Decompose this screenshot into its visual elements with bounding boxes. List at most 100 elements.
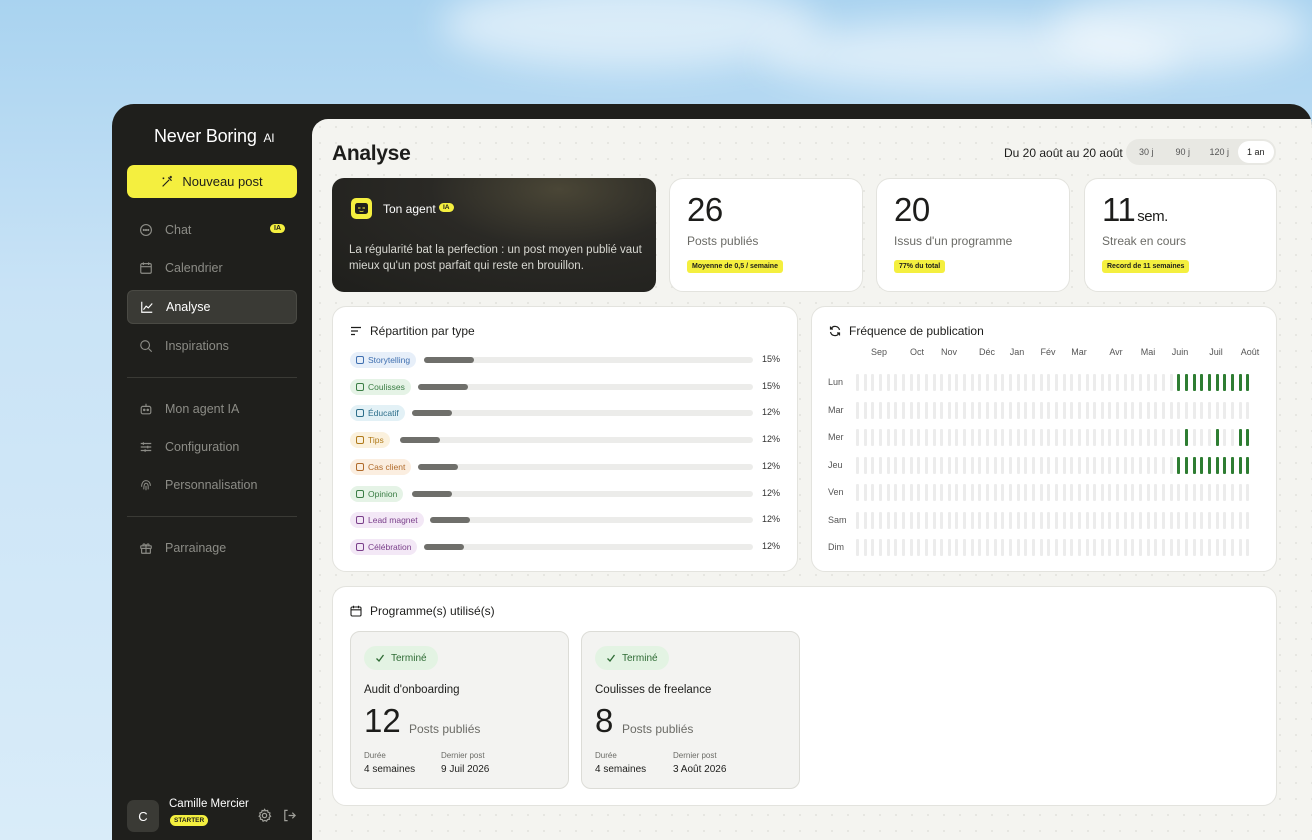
heatmap-cell	[1200, 484, 1204, 501]
heatmap-cell	[1230, 374, 1234, 391]
heatmap-cell	[1001, 511, 1005, 529]
type-tag[interactable]: Storytelling	[350, 352, 417, 368]
range-1-year-button[interactable]: 1 an	[1237, 141, 1274, 163]
heatmap-cell	[932, 429, 936, 446]
type-breakdown-title: Répartition par type	[350, 324, 475, 338]
type-tag[interactable]: Cas client	[350, 458, 412, 475]
heatmap-cell	[1054, 511, 1058, 529]
sidebar-item-chat[interactable]: Chat IA	[127, 213, 297, 247]
heatmap-cell	[924, 429, 928, 446]
heatmap-cell	[970, 539, 974, 556]
heatmap-cell	[1085, 484, 1089, 501]
heatmap-cell	[1238, 511, 1242, 529]
range-90-days-button[interactable]: 90 j	[1165, 141, 1202, 163]
program-card[interactable]: Terminé Audit d'onboarding 12 Posts publ…	[350, 631, 569, 789]
heatmap-cell	[1162, 456, 1165, 474]
heatmap-cell	[909, 511, 913, 529]
heatmap-cell	[871, 429, 875, 446]
section-title-text: Fréquence de publication	[849, 324, 984, 338]
heatmap-cell	[1215, 401, 1219, 419]
sidebar-item-parrainage[interactable]: Parrainage	[127, 531, 297, 565]
section-title-text: Programme(s) utilisé(s)	[370, 604, 495, 618]
heatmap-cell	[947, 429, 951, 446]
heatmap-cell	[1093, 374, 1097, 391]
line-chart-icon	[141, 301, 153, 313]
heatmap-cell	[1200, 539, 1204, 556]
sidebar-item-label: Configuration	[165, 440, 240, 454]
agent-tip-text: La régularité bat la perfection : un pos…	[349, 244, 642, 272]
heatmap-cell	[856, 456, 859, 474]
range-120-days-button[interactable]: 120 j	[1201, 141, 1238, 163]
sidebar-item-mon-agent-ia[interactable]: Mon agent IA	[127, 392, 297, 426]
heatmap-cell	[1093, 511, 1097, 529]
type-tag[interactable]: Coulisses	[350, 378, 411, 395]
duration-value: 4 semaines	[364, 764, 416, 775]
heatmap-cell	[1238, 456, 1242, 474]
brand-logo[interactable]: Never Boring AI	[154, 126, 275, 147]
heatmap-cell	[1200, 456, 1204, 474]
sidebar-item-inspirations[interactable]: Inspirations	[127, 329, 297, 363]
program-card[interactable]: Terminé Coulisses de freelance 8 Posts p…	[581, 631, 800, 789]
heatmap-cell	[871, 401, 875, 419]
type-percent: 12%	[761, 460, 780, 471]
status-badge: Terminé	[595, 646, 669, 670]
heatmap-cell	[1200, 511, 1204, 529]
heatmap-cell	[1177, 511, 1181, 529]
heatmap-cell	[963, 484, 967, 501]
heatmap-cell	[986, 429, 990, 446]
heatmap-cell	[986, 401, 990, 419]
type-tag[interactable]: Éducatif	[350, 405, 405, 422]
last-post-label: Dernier post	[441, 751, 485, 760]
type-tag[interactable]: Tips	[350, 432, 390, 449]
heatmap-cell	[1009, 511, 1012, 529]
heatmap-cell	[940, 374, 944, 391]
sidebar-item-label: Calendrier	[165, 261, 223, 275]
heatmap-cell	[970, 429, 974, 446]
heatmap-cell	[901, 539, 905, 556]
heatmap-cell	[1146, 456, 1150, 474]
new-post-button[interactable]: Nouveau post	[127, 165, 297, 198]
heatmap-cell	[1238, 484, 1242, 501]
type-tag[interactable]: Lead magnet	[350, 512, 424, 529]
logout-icon[interactable]	[282, 808, 297, 823]
type-bar-fill	[412, 410, 452, 417]
heatmap-cell	[917, 456, 921, 474]
heatmap-cell	[1001, 484, 1005, 501]
heatmap-cell	[1054, 374, 1058, 391]
range-30-days-button[interactable]: 30 j	[1128, 141, 1165, 163]
plan-badge: STARTER	[170, 815, 209, 826]
sidebar-item-label: Personnalisation	[165, 478, 258, 492]
heatmap-cell	[1139, 374, 1143, 391]
sidebar-item-personnalisation[interactable]: Personnalisation	[127, 468, 297, 502]
heatmap-cell	[1177, 456, 1181, 474]
heatmap-cell	[901, 401, 905, 419]
heatmap-cell	[1001, 456, 1005, 474]
sidebar-item-configuration[interactable]: Configuration	[127, 430, 297, 464]
heatmap-cell	[1047, 374, 1051, 391]
heatmap-cell	[878, 429, 882, 446]
heatmap-cell	[1062, 456, 1066, 474]
type-bar-track	[400, 437, 753, 444]
heatmap-cell	[1016, 484, 1020, 501]
heatmap-cell	[924, 484, 928, 501]
heatmap-cell	[1230, 511, 1234, 529]
type-bar-fill	[424, 357, 474, 363]
heatmap-cell	[871, 539, 875, 556]
avatar[interactable]: C	[127, 800, 159, 832]
type-tag[interactable]: Célébration	[350, 538, 418, 555]
heatmap-cell	[894, 401, 898, 419]
heatmap-cell	[1123, 401, 1127, 419]
sidebar-item-calendrier[interactable]: Calendrier	[127, 251, 297, 285]
heatmap-cell	[1016, 511, 1020, 529]
heatmap-cell	[1139, 401, 1143, 419]
settings-gear-icon[interactable]	[257, 808, 272, 823]
type-tag[interactable]: Opinion	[350, 485, 404, 502]
heatmap-cell	[1116, 456, 1120, 474]
program-name: Audit d'onboarding	[364, 684, 460, 696]
heatmap-cell	[1162, 484, 1165, 501]
heatmap-cell	[1116, 374, 1120, 391]
sidebar-item-label: Chat	[165, 223, 192, 237]
sidebar-item-analyse[interactable]: Analyse	[127, 290, 297, 324]
type-bar-track	[424, 357, 753, 363]
type-row: Coulisses 15%	[350, 378, 780, 395]
